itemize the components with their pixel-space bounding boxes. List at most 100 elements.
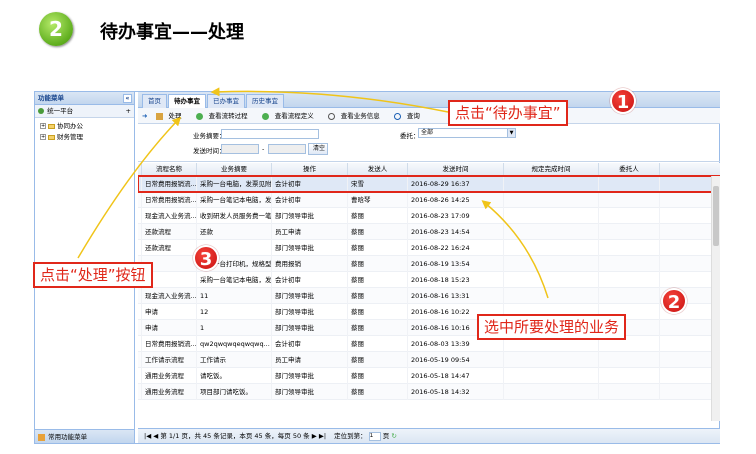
next-page-icon[interactable]: ▶	[312, 432, 317, 440]
table-row[interactable]: 通用业务流程 项目部门请吃饭。 部门领导审批 蔡丽 2016-05-18 14:32	[138, 384, 720, 400]
tab-todo[interactable]: 待办事宜	[168, 94, 206, 108]
table-cell	[504, 240, 599, 256]
last-page-icon[interactable]: ▶|	[319, 432, 326, 440]
view-flow-button[interactable]: 查看流转过程	[195, 112, 254, 120]
table-cell	[599, 240, 660, 256]
arrow-right-icon[interactable]: ➜	[142, 112, 147, 120]
table-cell: 请吃饭。	[197, 368, 272, 384]
time-separator: -	[262, 145, 265, 153]
table-cell: 部门领导审批	[272, 368, 348, 384]
table-cell	[599, 352, 660, 368]
table-row[interactable]: 通用业务流程 请吃饭。 部门领导审批 蔡丽 2016-05-18 14:47	[138, 368, 720, 384]
column-header[interactable]: 业务摘要	[197, 163, 272, 176]
query-button[interactable]: 查询	[393, 112, 426, 120]
table-row[interactable]: 申请 12 部门领导审批 蔡丽 2016-08-16 10:22	[138, 304, 720, 320]
column-header[interactable]: 发送人	[348, 163, 408, 176]
expand-icon[interactable]: +	[126, 105, 131, 118]
platform-selector[interactable]: 统一平台 +	[35, 105, 134, 118]
view-definition-label: 查看流程定义	[274, 112, 314, 120]
table-cell	[599, 176, 660, 192]
table-row[interactable]: 日常费用报销流... 采购一台笔记本电脑，发...会计初审 曹晗琴 2016-08-2…	[138, 192, 720, 208]
table-cell: 收到研发人员服务费一笔	[197, 208, 272, 224]
table-row[interactable]: 现金流入业务流... 收到研发人员服务费一笔 部门领导审批 蔡丽 2016-08-23 …	[138, 208, 720, 224]
table-cell: 还款流程	[142, 224, 197, 240]
table-row[interactable]: 现金流入业务流... 11 部门领导审批 蔡丽 2016-08-16 13:31	[138, 288, 720, 304]
table-cell	[504, 192, 599, 208]
table-cell: 会计初审	[272, 192, 348, 208]
table-cell: 部门领导审批	[272, 288, 348, 304]
task-grid: 流程名称 业务摘要 操作 发送人 发送时间 规定完成时间 委托人 日常费用报销流... 采购一…	[138, 163, 720, 427]
table-row[interactable]: 还款流程 还款 员工申请 蔡丽 2016-08-23 14:54	[138, 224, 720, 240]
table-cell: 2016-08-18 15:23	[408, 272, 504, 288]
delegate-label: 委托：	[400, 132, 420, 140]
table-cell: 员工申请	[272, 224, 348, 240]
table-row[interactable]: 采购一台笔记本电脑，发...会计初审 蔡丽 2016-08-18 15:23	[138, 272, 720, 288]
column-header[interactable]: 发送时间	[408, 163, 504, 176]
table-cell	[599, 256, 660, 272]
table-row[interactable]: 还款流程 部门领导审批 蔡丽 2016-08-22 16:24	[138, 240, 720, 256]
table-cell: 会计初审	[272, 272, 348, 288]
tab-history[interactable]: 历史事宜	[246, 94, 284, 108]
table-cell: 2016-08-16 13:31	[408, 288, 504, 304]
table-row[interactable]: 日常费用报销流... qw2qwqwqeqwqwq... 会计初审 蔡丽 2016-08…	[138, 336, 720, 352]
table-cell: 蔡丽	[348, 240, 408, 256]
summary-input[interactable]	[221, 129, 319, 139]
chevron-down-icon[interactable]: ▼	[507, 129, 515, 137]
table-cell: 2016-08-23 14:54	[408, 224, 504, 240]
scrollbar-thumb[interactable]	[713, 186, 719, 246]
table-cell: 蔡丽	[348, 336, 408, 352]
table-cell: 费用报销	[272, 256, 348, 272]
column-header[interactable]: 操作	[272, 163, 348, 176]
tab-done[interactable]: 已办事宜	[207, 94, 245, 108]
query-label: 查询	[406, 112, 420, 120]
table-cell	[504, 368, 599, 384]
time-start-input[interactable]	[221, 144, 259, 154]
refresh-icon[interactable]: ↻	[391, 432, 396, 440]
grid-header: 流程名称 业务摘要 操作 发送人 发送时间 规定完成时间 委托人	[138, 163, 720, 176]
view-definition-button[interactable]: 查看流程定义	[261, 112, 320, 120]
clear-button[interactable]: 清空	[308, 143, 328, 155]
table-row[interactable]: 申请 1 部门领导审批 蔡丽 2016-08-16 10:16	[138, 320, 720, 336]
column-header[interactable]: 委托人	[599, 163, 660, 176]
table-row[interactable]: 工作请示流程 工作请示 员工申请 蔡丽 2016-05-19 09:54	[138, 352, 720, 368]
table-cell: 2016-08-26 14:25	[408, 192, 504, 208]
table-cell	[599, 272, 660, 288]
column-header[interactable]: 规定完成时间	[504, 163, 599, 176]
table-cell: 2016-08-29 16:37	[408, 176, 504, 192]
step-number-badge: 2	[39, 12, 73, 46]
table-row[interactable]: 采购一台打印机，规格型...费用报销 蔡丽 2016-08-19 13:54	[138, 256, 720, 272]
tree-item-finance[interactable]: + 财务管理	[40, 132, 129, 143]
prev-page-icon[interactable]: ◀	[153, 432, 158, 440]
delegate-select[interactable]: 全部 ▼	[418, 128, 516, 138]
table-cell: 还款	[197, 224, 272, 240]
vertical-scrollbar[interactable]	[711, 176, 720, 421]
table-cell: 采购一台电脑，发票见附...	[197, 176, 272, 192]
goto-label: 定位到第：	[334, 432, 367, 440]
common-menu-footer[interactable]: 常用功能菜单	[35, 429, 134, 443]
table-cell: 2016-08-23 17:09	[408, 208, 504, 224]
table-cell	[504, 208, 599, 224]
view-business-button[interactable]: 查看业务信息	[327, 112, 386, 120]
expand-icon[interactable]: +	[40, 134, 46, 140]
grid-body: 日常费用报销流... 采购一台电脑，发票见附...会计初审 宋雪 2016-08-29…	[138, 175, 720, 400]
search-icon	[393, 112, 401, 120]
expand-icon[interactable]: +	[40, 123, 46, 129]
table-row[interactable]: 日常费用报销流... 采购一台电脑，发票见附...会计初审 宋雪 2016-08-29…	[138, 175, 720, 193]
goto-page-input[interactable]	[368, 431, 381, 441]
goto-unit: 页	[382, 432, 390, 440]
tree-item-collab[interactable]: + 协同办公	[40, 121, 129, 132]
column-header[interactable]: 流程名称	[142, 163, 197, 176]
menu-icon	[38, 433, 45, 441]
first-page-icon[interactable]: |◀	[144, 432, 151, 440]
table-cell: 蔡丽	[348, 352, 408, 368]
table-cell: 日常费用报销流...	[142, 192, 197, 208]
time-end-input[interactable]	[268, 144, 306, 154]
table-cell	[599, 288, 660, 304]
tab-home[interactable]: 首页	[142, 94, 167, 108]
table-cell: 11	[197, 288, 272, 304]
callout-number-3: 3	[193, 245, 219, 271]
table-cell: 1	[197, 320, 272, 336]
footer-label: 常用功能菜单	[48, 433, 88, 441]
process-button[interactable]: 处理	[155, 112, 188, 120]
collapse-icon[interactable]: «	[123, 94, 132, 103]
